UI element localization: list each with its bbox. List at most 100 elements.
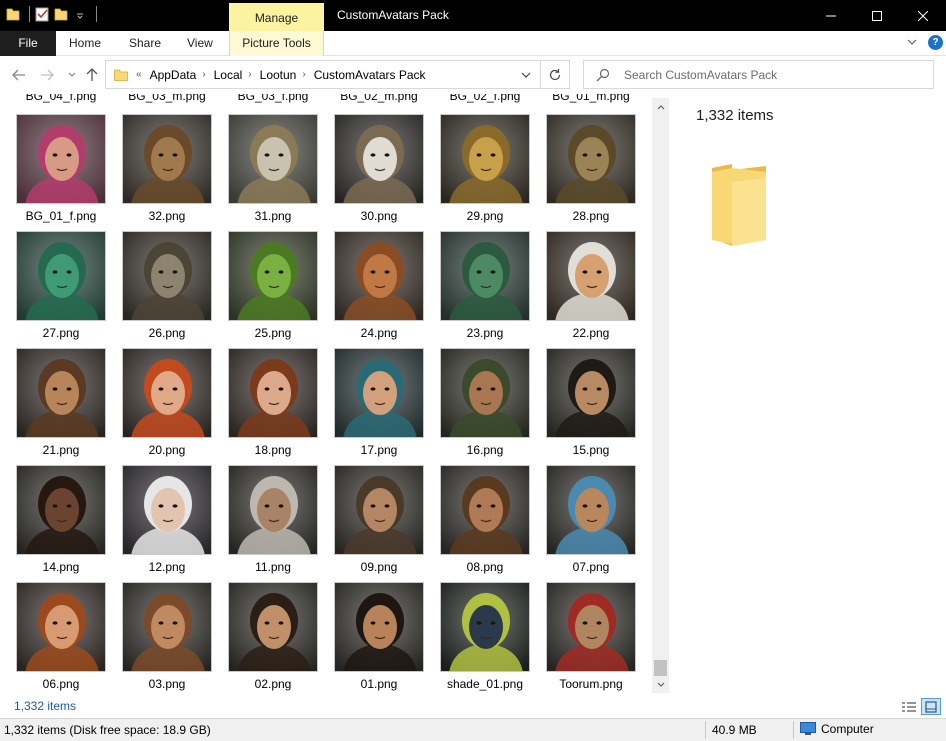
file-item[interactable]: 11.png <box>223 465 323 582</box>
search-box[interactable] <box>583 60 934 89</box>
file-label[interactable]: 06.png <box>11 677 111 691</box>
file-label[interactable]: 32.png <box>117 209 217 223</box>
avatar-thumbnail[interactable] <box>440 231 530 321</box>
file-item[interactable]: 27.png <box>11 231 111 348</box>
maximize-button[interactable] <box>854 0 900 31</box>
file-label[interactable]: BG_01_f.png <box>11 209 111 223</box>
file-view[interactable]: BG_04_f.png BG_03_m.png BG_03_f.png BG_02_m… <box>0 94 652 696</box>
file-item[interactable]: 03.png <box>117 582 217 696</box>
folder-icon[interactable] <box>6 6 20 22</box>
recent-locations-button[interactable] <box>63 66 81 84</box>
close-button[interactable] <box>900 0 946 31</box>
file-item[interactable]: shade_01.png <box>435 582 535 696</box>
back-button[interactable] <box>10 66 28 84</box>
file-label[interactable]: BG_02_m.png <box>329 94 429 103</box>
chevron-down-icon[interactable] <box>520 69 532 81</box>
scroll-down-button[interactable] <box>652 676 669 693</box>
avatar-thumbnail[interactable] <box>122 465 212 555</box>
avatar-thumbnail[interactable] <box>122 114 212 204</box>
file-item[interactable]: 24.png <box>329 231 429 348</box>
scroll-thumb[interactable] <box>654 660 667 676</box>
tab-view[interactable]: View <box>187 31 213 56</box>
file-item[interactable]: 32.png <box>117 114 217 231</box>
large-icons-view-button[interactable] <box>921 698 941 715</box>
avatar-thumbnail[interactable] <box>228 231 318 321</box>
up-button[interactable] <box>83 66 101 84</box>
file-label[interactable]: 30.png <box>329 209 429 223</box>
file-item[interactable]: 14.png <box>11 465 111 582</box>
avatar-thumbnail[interactable] <box>16 231 106 321</box>
avatar-thumbnail[interactable] <box>228 582 318 672</box>
file-item[interactable]: 06.png <box>11 582 111 696</box>
file-item[interactable]: 12.png <box>117 465 217 582</box>
file-label[interactable]: BG_02_f.png <box>435 94 535 103</box>
avatar-thumbnail[interactable] <box>16 582 106 672</box>
file-tab[interactable]: File <box>0 31 56 56</box>
file-label[interactable]: 07.png <box>541 560 641 574</box>
avatar-thumbnail[interactable] <box>546 231 636 321</box>
breadcrumb-separator[interactable]: › <box>248 69 251 80</box>
avatar-thumbnail[interactable] <box>16 465 106 555</box>
avatar-thumbnail[interactable] <box>440 465 530 555</box>
file-item[interactable]: 26.png <box>117 231 217 348</box>
file-label[interactable]: 31.png <box>223 209 323 223</box>
details-view-button[interactable] <box>899 698 919 715</box>
file-label[interactable]: 21.png <box>11 443 111 457</box>
file-label[interactable]: 01.png <box>329 677 429 691</box>
overflow-chevron[interactable]: « <box>136 69 142 80</box>
file-label[interactable]: 12.png <box>117 560 217 574</box>
avatar-thumbnail[interactable] <box>228 114 318 204</box>
avatar-thumbnail[interactable] <box>334 465 424 555</box>
customize-toolbar-icon[interactable] <box>73 6 87 22</box>
avatar-thumbnail[interactable] <box>440 348 530 438</box>
avatar-thumbnail[interactable] <box>16 348 106 438</box>
file-label[interactable]: 25.png <box>223 326 323 340</box>
avatar-thumbnail[interactable] <box>546 465 636 555</box>
new-folder-icon[interactable] <box>54 6 68 22</box>
file-label[interactable]: 14.png <box>11 560 111 574</box>
file-item[interactable]: 22.png <box>541 231 641 348</box>
file-item[interactable]: 30.png <box>329 114 429 231</box>
file-item[interactable]: 09.png <box>329 465 429 582</box>
avatar-thumbnail[interactable] <box>122 348 212 438</box>
file-label[interactable]: Toorum.png <box>541 677 641 691</box>
breadcrumb-local[interactable]: Local <box>214 68 243 82</box>
tab-home[interactable]: Home <box>69 31 101 56</box>
avatar-thumbnail[interactable] <box>228 465 318 555</box>
file-label[interactable]: 03.png <box>117 677 217 691</box>
properties-icon[interactable] <box>35 6 49 22</box>
file-label[interactable]: 27.png <box>11 326 111 340</box>
breadcrumb-customavatars-pack[interactable]: CustomAvatars Pack <box>314 68 426 82</box>
file-label[interactable]: 17.png <box>329 443 429 457</box>
forward-button[interactable] <box>38 66 56 84</box>
avatar-thumbnail[interactable] <box>122 231 212 321</box>
help-icon[interactable]: ? <box>928 35 943 50</box>
file-label[interactable]: 22.png <box>541 326 641 340</box>
file-label[interactable]: 18.png <box>223 443 323 457</box>
expand-ribbon-icon[interactable] <box>906 36 918 48</box>
file-item[interactable]: 08.png <box>435 465 535 582</box>
file-item[interactable]: 16.png <box>435 348 535 465</box>
breadcrumb-separator[interactable]: › <box>202 69 205 80</box>
avatar-thumbnail[interactable] <box>334 231 424 321</box>
avatar-thumbnail[interactable] <box>334 348 424 438</box>
file-item[interactable]: 23.png <box>435 231 535 348</box>
file-item[interactable]: 25.png <box>223 231 323 348</box>
search-input[interactable] <box>624 67 924 82</box>
breadcrumb-lootun[interactable]: Lootun <box>260 68 297 82</box>
file-label[interactable]: 23.png <box>435 326 535 340</box>
file-label[interactable]: 24.png <box>329 326 429 340</box>
breadcrumb-separator[interactable]: › <box>302 69 305 80</box>
avatar-thumbnail[interactable] <box>228 348 318 438</box>
file-label[interactable]: BG_01_m.png <box>541 94 641 103</box>
avatar-thumbnail[interactable] <box>334 582 424 672</box>
file-item[interactable]: 15.png <box>541 348 641 465</box>
file-label[interactable]: BG_03_f.png <box>223 94 323 103</box>
avatar-thumbnail[interactable] <box>440 114 530 204</box>
file-item[interactable]: BG_01_f.png <box>11 114 111 231</box>
avatar-thumbnail[interactable] <box>546 582 636 672</box>
file-item[interactable]: 21.png <box>11 348 111 465</box>
breadcrumb-appdata[interactable]: AppData <box>150 68 197 82</box>
file-label[interactable]: 26.png <box>117 326 217 340</box>
file-item[interactable]: 01.png <box>329 582 429 696</box>
